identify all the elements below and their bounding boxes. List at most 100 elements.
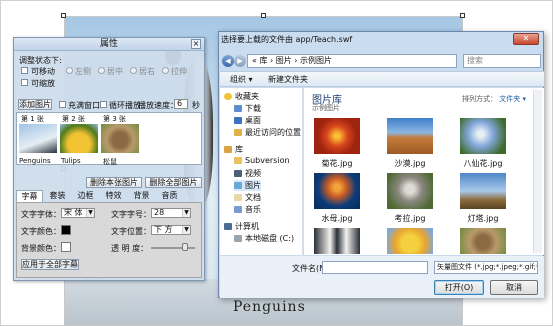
- delete-all-button[interactable]: 删除全部图片: [145, 177, 202, 188]
- file-tile-chrysanthemum[interactable]: [314, 118, 360, 154]
- stretch-label: 拉伸: [171, 67, 187, 76]
- tab-sound[interactable]: 音质: [156, 190, 183, 202]
- thumb-tulips[interactable]: [60, 124, 98, 153]
- nav-library-label: 库: [235, 145, 243, 154]
- tab-suit[interactable]: 套装: [44, 190, 71, 202]
- opacity-label: 透 明 度：: [111, 244, 149, 253]
- tab-border[interactable]: 边框: [72, 190, 99, 202]
- thumb-squirrel[interactable]: [101, 124, 139, 153]
- resize-handle[interactable]: [460, 13, 465, 18]
- file-name: 菊花.jpg: [321, 159, 353, 168]
- font-select[interactable]: 宋 体 ▼: [61, 208, 95, 218]
- close-icon[interactable]: ×: [191, 39, 201, 49]
- folder-icon: [234, 157, 242, 164]
- tab-effects[interactable]: 特效: [100, 190, 127, 202]
- navigation-pane: 收藏夹 下载 桌面 最近访问的位置 库 Subversion 视频 图片 文档 …: [220, 88, 303, 255]
- nav-downloads[interactable]: 下载: [234, 103, 261, 114]
- chevron-down-icon: ▼: [86, 209, 94, 217]
- video-icon: [234, 170, 242, 177]
- nav-subversion[interactable]: Subversion: [234, 156, 290, 165]
- size-value: 28: [154, 208, 165, 217]
- dialog-title: 选择要上载的文件由 app/Teach.swf: [221, 35, 353, 44]
- fill-window-checkbox[interactable]: [59, 101, 66, 108]
- file-open-dialog: 选择要上载的文件由 app/Teach.swf ✕ ◀ ▶ « 库 › 图片 ›…: [218, 31, 544, 298]
- apply-all-captions-button[interactable]: 应用于全部字幕: [21, 259, 79, 270]
- delete-current-button[interactable]: 删除本张图片: [86, 177, 142, 188]
- download-folder-icon: [234, 105, 242, 112]
- resize-handle[interactable]: [261, 13, 266, 18]
- chevron-down-icon: ▼: [182, 209, 190, 217]
- nav-favorites[interactable]: 收藏夹: [224, 91, 259, 102]
- close-icon[interactable]: ✕: [513, 33, 539, 45]
- align-center-radio[interactable]: [98, 67, 105, 74]
- loop-play-label: 循环播放: [109, 101, 141, 110]
- nav-library[interactable]: 库: [224, 144, 243, 155]
- breadcrumb[interactable]: « 库 › 图片 › 示例图片: [247, 54, 457, 68]
- music-icon: [234, 206, 242, 213]
- file-tile-squirrel[interactable]: [460, 228, 506, 254]
- adjust-state-label: 调整状态下:: [19, 56, 62, 65]
- tab-background[interactable]: 背景: [128, 190, 155, 202]
- bg-color-swatch[interactable]: [61, 242, 71, 252]
- nav-documents[interactable]: 文档: [234, 192, 261, 203]
- stretch-radio[interactable]: [162, 67, 169, 74]
- play-speed-value: 6: [177, 99, 183, 108]
- thumb-penguins[interactable]: [19, 124, 57, 153]
- position-value: 下 方: [154, 225, 173, 234]
- position-select[interactable]: 下 方 ▼: [151, 225, 191, 235]
- file-name-input[interactable]: [322, 261, 428, 274]
- add-image-button[interactable]: 添加图片: [18, 99, 52, 110]
- opacity-slider-knob[interactable]: [182, 243, 189, 251]
- nav-pictures[interactable]: 图片: [234, 180, 261, 191]
- nav-item-label: 最近访问的位置: [245, 128, 301, 137]
- desktop-icon: [234, 117, 242, 124]
- file-tile-tulips[interactable]: [387, 228, 433, 254]
- file-tile-desert[interactable]: [387, 118, 433, 154]
- open-button[interactable]: 打开(O): [434, 280, 484, 295]
- movable-checkbox[interactable]: [21, 67, 28, 74]
- file-tile-koala[interactable]: [387, 173, 433, 209]
- organize-menu[interactable]: 组织 ▾: [230, 74, 253, 86]
- bg-color-label: 背景颜色：: [21, 244, 61, 253]
- nav-local-disk[interactable]: 本地磁盘 (C:): [234, 233, 294, 244]
- movable-label: 可移动: [31, 67, 55, 76]
- nav-computer[interactable]: 计算机: [224, 221, 259, 232]
- size-select[interactable]: 28 ▼: [151, 208, 191, 218]
- nav-videos[interactable]: 视频: [234, 168, 261, 179]
- tab-caption[interactable]: 字幕: [16, 190, 43, 202]
- arrange-by[interactable]: 排列方式： 文件夹 ▾: [462, 94, 526, 104]
- nav-desktop[interactable]: 桌面: [234, 115, 261, 126]
- play-speed-select[interactable]: 6: [174, 99, 188, 109]
- thumb-name: 松鼠: [103, 158, 117, 166]
- align-right-radio[interactable]: [130, 67, 137, 74]
- search-input[interactable]: 搜索: [463, 54, 541, 68]
- new-folder-button[interactable]: 新建文件夹: [268, 74, 308, 86]
- nav-item-label: 音乐: [245, 205, 261, 214]
- caption-settings: 文字字体： 宋 体 ▼ 文字字号： 28 ▼ 文字颜色： 文字位置： 下 方 ▼ 背景…: [16, 202, 202, 278]
- shrink-checkbox[interactable]: [21, 79, 28, 86]
- opacity-slider[interactable]: [151, 247, 195, 249]
- thumb-head: 第 1 张: [21, 115, 44, 123]
- stage-caption: Penguins: [233, 299, 306, 315]
- file-type-select[interactable]: 矢量图文件 (*.jpg;*.jpeg;*.gif;*: [434, 261, 538, 274]
- back-icon[interactable]: ◀: [222, 55, 234, 67]
- align-left-radio[interactable]: [66, 67, 73, 74]
- resize-handle[interactable]: [61, 13, 66, 18]
- nav-item-label: 图片: [245, 181, 261, 190]
- arrange-value: 文件夹 ▾: [499, 95, 526, 103]
- nav-item-label: 下载: [245, 104, 261, 113]
- vertical-scrollbar[interactable]: [533, 90, 542, 253]
- text-color-swatch[interactable]: [61, 225, 71, 235]
- forward-icon[interactable]: ▶: [234, 55, 246, 67]
- loop-play-checkbox[interactable]: [100, 101, 107, 108]
- file-tile-jellyfish[interactable]: [314, 173, 360, 209]
- nav-recent[interactable]: 最近访问的位置: [234, 127, 301, 138]
- fill-window-label: 充满窗口: [68, 101, 100, 110]
- file-tile-lighthouse[interactable]: [460, 173, 506, 209]
- star-icon: [224, 93, 232, 100]
- file-name: 灯塔.jpg: [467, 214, 499, 223]
- file-tile-hydrangeas[interactable]: [460, 118, 506, 154]
- cancel-button[interactable]: 取消: [490, 280, 538, 295]
- file-tile-penguins[interactable]: [314, 228, 360, 254]
- nav-music[interactable]: 音乐: [234, 204, 261, 215]
